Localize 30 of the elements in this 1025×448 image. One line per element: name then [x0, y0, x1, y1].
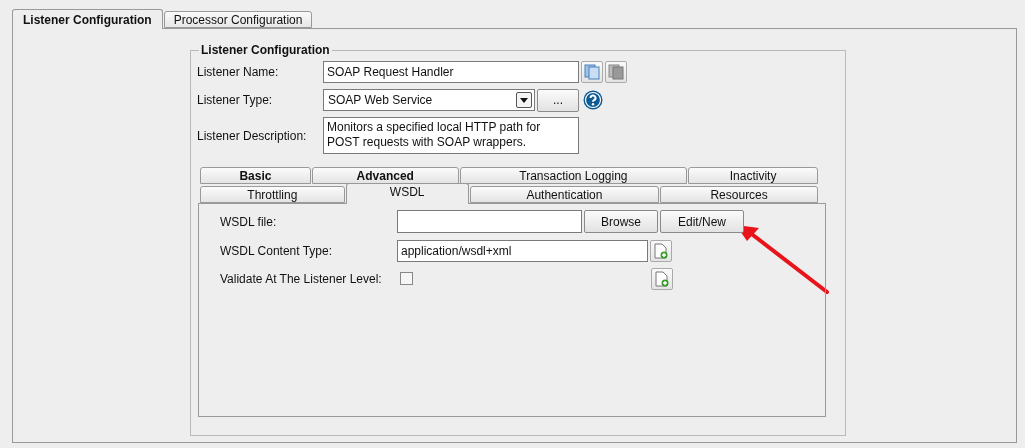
add-document-button[interactable] [651, 267, 673, 290]
type-dropdown[interactable]: SOAP Web Service [323, 89, 535, 111]
tab[interactable]: Resources [660, 186, 818, 203]
tab[interactable]: Transaction Logging [459, 167, 688, 184]
tab[interactable]: Authentication [469, 186, 660, 203]
edit-new-button[interactable]: Edit/New [660, 210, 744, 233]
tab[interactable]: WSDL [345, 183, 469, 204]
field-label: Validate At The Listener Level: [220, 271, 383, 286]
caret-icon [516, 92, 532, 108]
help-icon[interactable] [583, 90, 603, 110]
name-field[interactable]: SOAP Request Handler [323, 61, 579, 83]
field-label: Listener Description: [197, 128, 308, 143]
tab[interactable]: Inactivity [688, 167, 818, 184]
field-label: Listener Type: [197, 93, 274, 107]
tab[interactable]: Listener Configuration [12, 9, 163, 29]
validate-checkbox[interactable] [400, 272, 413, 285]
tab[interactable]: Processor Configuration [163, 11, 313, 28]
field-label: WSDL file: [220, 214, 278, 229]
field-label: Listener Name: [197, 65, 280, 79]
add-document-button[interactable] [650, 239, 672, 262]
tab[interactable]: Basic [200, 167, 311, 184]
browse-type-button[interactable]: ... [537, 88, 579, 112]
browse-button[interactable]: Browse [584, 210, 658, 233]
content-type-field[interactable]: application/wsdl+xml [397, 239, 648, 262]
description-field[interactable]: Monitors a specified local HTTP path for POST requests with SOAP wrappers. [323, 117, 579, 154]
tab[interactable]: Throttling [200, 186, 345, 203]
field-label: WSDL Content Type: [220, 243, 334, 258]
group-title: Listener Configuration [200, 43, 331, 57]
wsdl-file-field[interactable] [397, 210, 582, 233]
tab[interactable]: Advanced [311, 167, 459, 184]
